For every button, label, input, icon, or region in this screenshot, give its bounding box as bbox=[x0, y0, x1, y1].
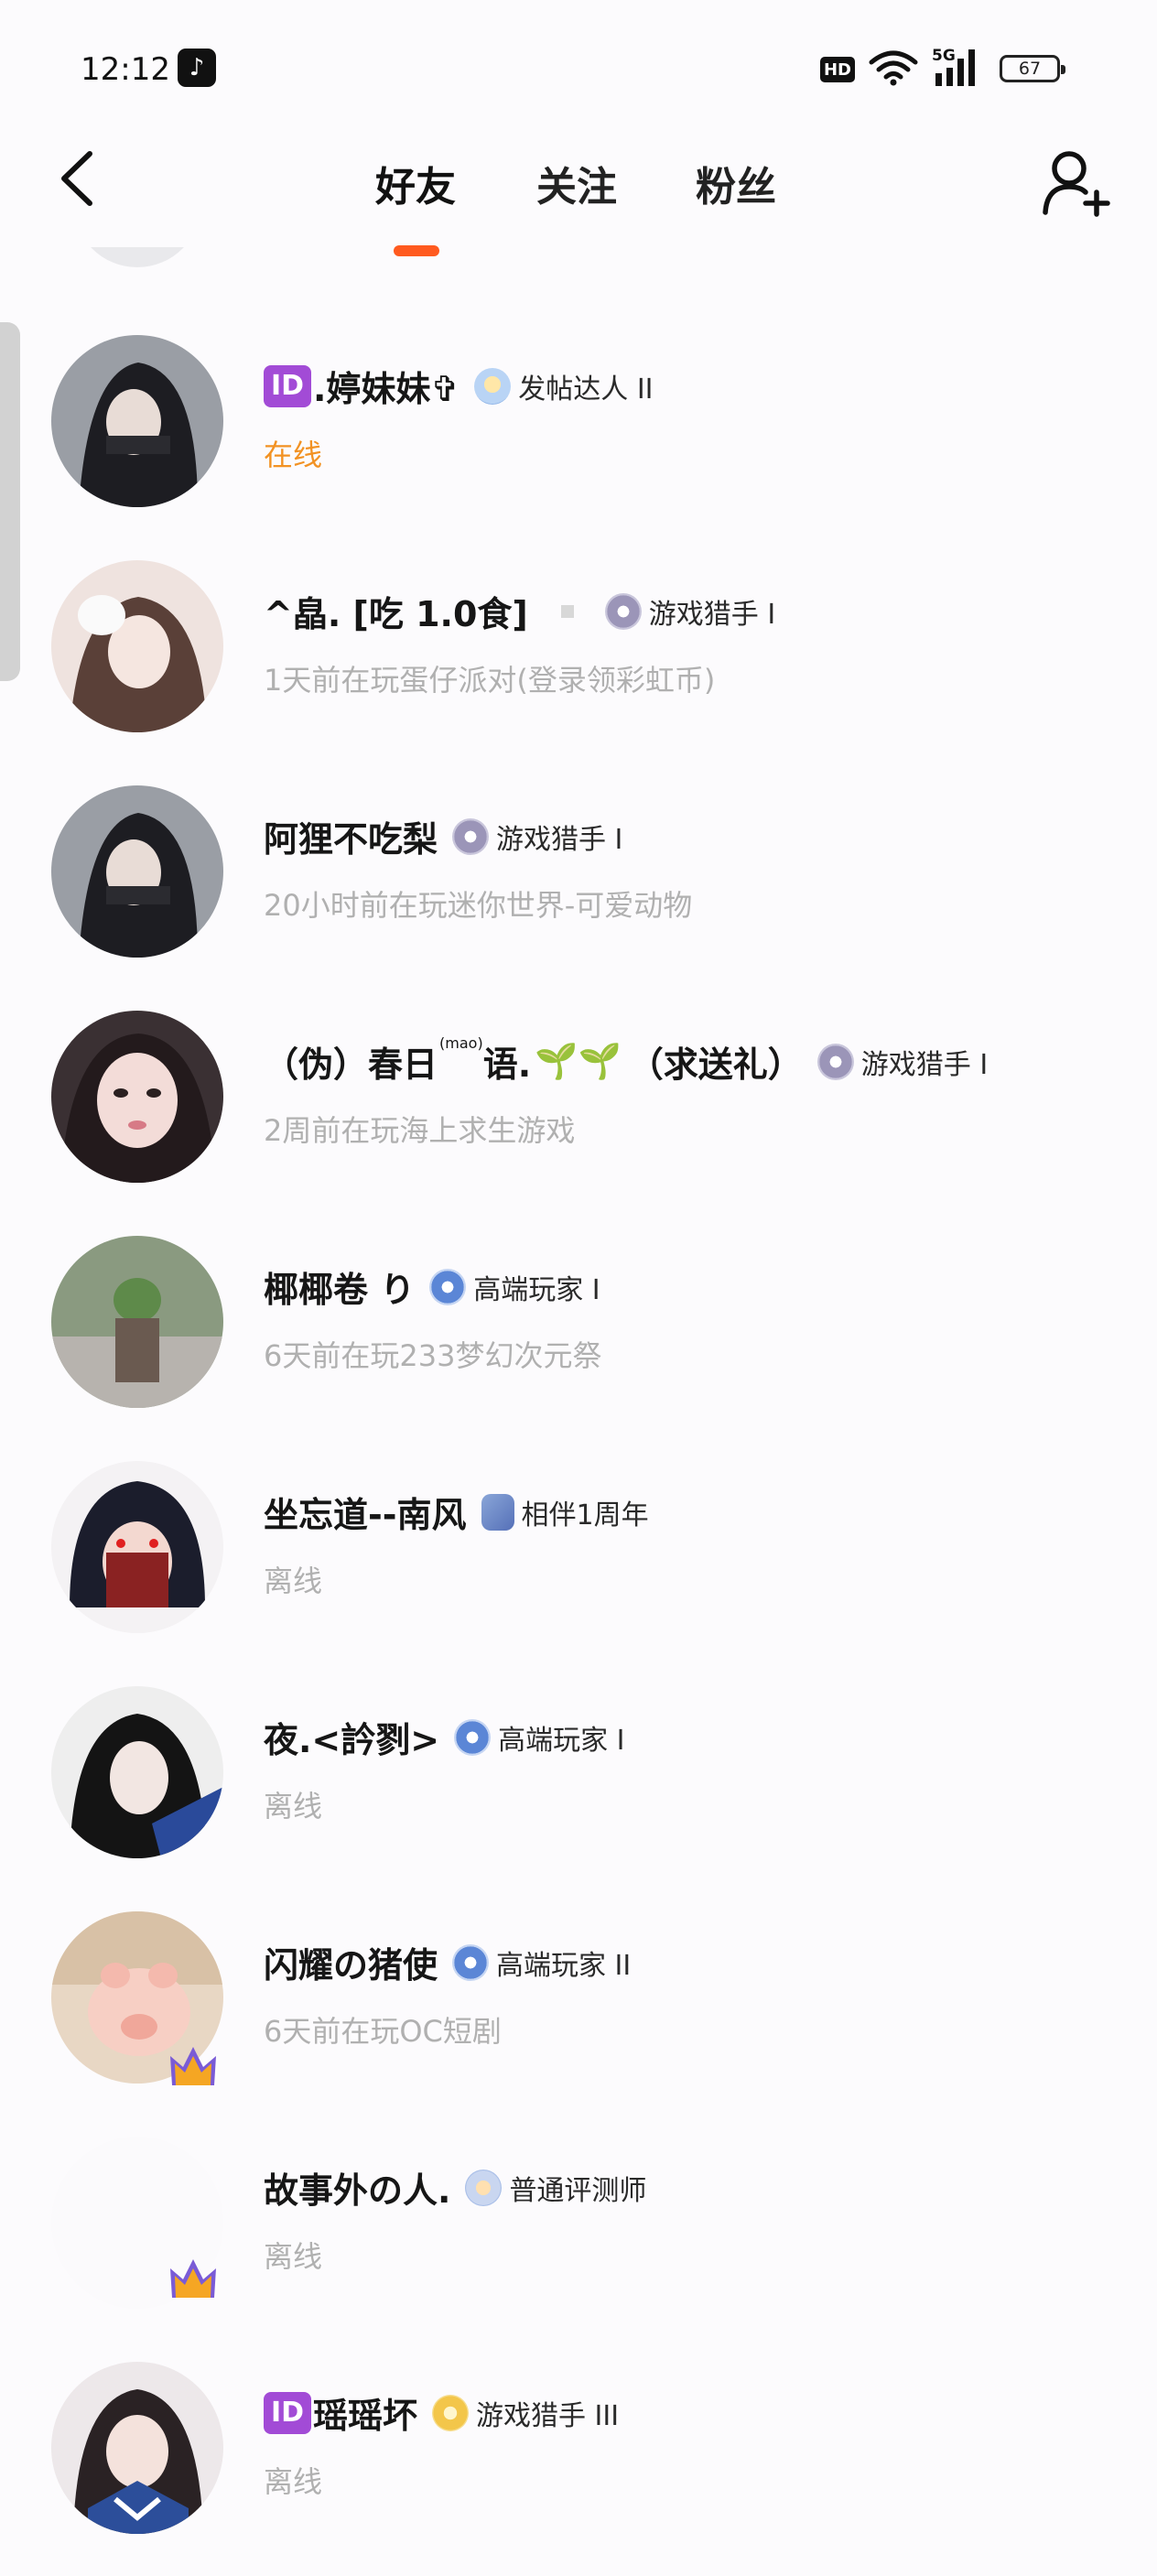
friend-name: 坐忘道--南风 bbox=[264, 1495, 467, 1535]
medal-title: 高端玩家 I bbox=[498, 1724, 625, 1757]
friend-name-line: ID 瑶瑶坏 游戏猎手 III bbox=[264, 2387, 619, 2438]
avatar bbox=[73, 247, 201, 267]
friend-name: .婷妹妹✞ bbox=[313, 369, 460, 409]
friend-list-item[interactable]: ^皛. [吃 1.0食] 游戏猎手 I 1天前在玩蛋仔派对(登录领彩虹币) bbox=[0, 549, 1157, 774]
friend-name-line: 闪耀の猪使 高端玩家 II bbox=[264, 1937, 631, 1987]
cellular-signal-icon: 5G bbox=[932, 47, 975, 86]
tab-following[interactable]: 关注 bbox=[536, 154, 617, 212]
medal-title: 游戏猎手 I bbox=[860, 1048, 989, 1081]
friend-name-line: 故事外の人. 普通评测师 bbox=[264, 2162, 646, 2213]
friend-name-line: ID .婷妹妹✞ 发帖达人 II bbox=[264, 361, 654, 411]
medal-title: 发帖达人 II bbox=[518, 373, 654, 406]
friend-name: （伪）春日 bbox=[264, 1044, 438, 1085]
friend-name-line: 椰椰卷 り 高端玩家 I bbox=[264, 1261, 600, 1312]
tab-fans[interactable]: 粉丝 bbox=[696, 154, 776, 212]
pro-medal-icon bbox=[429, 1268, 467, 1305]
medal-title: 游戏猎手 I bbox=[648, 598, 776, 631]
friend-list-item[interactable]: ID 瑶瑶坏 游戏猎手 III 离线 bbox=[0, 2351, 1157, 2576]
avatar[interactable] bbox=[51, 1236, 223, 1408]
friend-list-item[interactable]: 夜.<訡剹> 高端玩家 I 离线 bbox=[0, 1675, 1157, 1900]
friend-name: 故事外の人. bbox=[264, 2170, 451, 2211]
avatar[interactable] bbox=[51, 560, 223, 732]
friend-list-item[interactable]: 坐忘道--南风 相伴1周年 离线 bbox=[0, 1450, 1157, 1675]
active-tab-indicator bbox=[394, 245, 439, 256]
avatar[interactable] bbox=[51, 2362, 223, 2534]
year-medal-icon bbox=[481, 1493, 514, 1531]
friend-status: 20小时前在玩迷你世界-可爱动物 bbox=[264, 888, 693, 923]
friend-name: ^皛. [吃 1.0食] bbox=[264, 594, 528, 634]
friend-list-item[interactable]: 故事外の人. 普通评测师 离线 bbox=[0, 2126, 1157, 2351]
hunter-medal-icon bbox=[452, 817, 490, 855]
friend-name: 阿狸不吃梨 bbox=[264, 819, 438, 860]
crown-icon bbox=[170, 2259, 216, 2298]
friend-status: 离线 bbox=[264, 2464, 323, 2499]
review-medal-icon bbox=[465, 2169, 503, 2206]
battery-icon: 67 bbox=[1000, 55, 1065, 82]
friend-status: 离线 bbox=[264, 2239, 323, 2274]
friend-name-line: 坐忘道--南风 相伴1周年 bbox=[264, 1487, 649, 1537]
hd-icon: HD bbox=[820, 57, 855, 82]
hunter-medal-icon bbox=[816, 1043, 854, 1080]
friend-name-part: 语. bbox=[482, 1044, 532, 1085]
crown-icon bbox=[170, 2047, 216, 2085]
medal-title: 高端玩家 I bbox=[473, 1273, 600, 1306]
id-badge: ID bbox=[264, 364, 311, 407]
friend-status: 在线 bbox=[264, 438, 323, 472]
friend-status: 1天前在玩蛋仔派对(登录领彩虹币) bbox=[264, 663, 716, 698]
avatar[interactable] bbox=[51, 335, 223, 507]
medal-title: 游戏猎手 I bbox=[496, 823, 623, 856]
friend-name-line: 夜.<訡剹> 高端玩家 I bbox=[264, 1712, 625, 1762]
id-badge: ID bbox=[264, 2391, 311, 2434]
tab-friends[interactable]: 好友 bbox=[375, 154, 456, 212]
friend-name-line: （伪）春日 (mao) 语. 🌱🌱 （求送礼） 游戏猎手 I bbox=[264, 1034, 989, 1087]
hunter-medal-icon bbox=[604, 592, 642, 630]
friend-status: 6天前在玩233梦幻次元祭 bbox=[264, 1338, 602, 1373]
avatar[interactable] bbox=[51, 785, 223, 958]
friend-name: 夜.<訡剹> bbox=[264, 1720, 440, 1760]
hunter-gold-medal-icon bbox=[432, 2394, 470, 2431]
friend-list-item[interactable]: 阿狸不吃梨 游戏猎手 I 20小时前在玩迷你世界-可爱动物 bbox=[0, 774, 1157, 1000]
pro-medal-icon bbox=[452, 1943, 490, 1981]
emoji-placeholder-icon bbox=[560, 604, 574, 618]
medal-title: 高端玩家 II bbox=[496, 1949, 632, 1982]
avatar[interactable] bbox=[51, 1461, 223, 1633]
add-friend-button[interactable] bbox=[1040, 146, 1113, 220]
friend-status: 离线 bbox=[264, 1564, 323, 1598]
tab-bar: 好友 关注 粉丝 bbox=[0, 154, 1157, 245]
friend-name-suffix: （求送礼） bbox=[628, 1044, 803, 1085]
wifi-icon bbox=[869, 50, 918, 86]
post-medal-icon bbox=[474, 367, 512, 405]
friend-list-item[interactable]: （伪）春日 (mao) 语. 🌱🌱 （求送礼） 游戏猎手 I 2周前在玩海上求生… bbox=[0, 1000, 1157, 1225]
network-type-label: 5G bbox=[932, 47, 956, 65]
battery-level: 67 bbox=[1018, 59, 1042, 79]
friend-status: 2周前在玩海上求生游戏 bbox=[264, 1113, 576, 1148]
name-decoration: (mao) bbox=[439, 1034, 483, 1052]
medal-title: 普通评测师 bbox=[509, 2174, 647, 2207]
friend-list-item[interactable]: ID .婷妹妹✞ 发帖达人 II 在线 bbox=[0, 324, 1157, 549]
tiktok-notification-icon: ♪ bbox=[178, 49, 216, 87]
friend-name: 椰椰卷 り bbox=[264, 1270, 416, 1310]
friend-name-line: 阿狸不吃梨 游戏猎手 I bbox=[264, 811, 622, 861]
avatar[interactable] bbox=[51, 1686, 223, 1858]
avatar[interactable] bbox=[51, 1011, 223, 1183]
friend-name-line: ^皛. [吃 1.0食] 游戏猎手 I bbox=[264, 586, 775, 636]
medal-title: 游戏猎手 III bbox=[476, 2399, 620, 2432]
sprout-icon: 🌱🌱 bbox=[535, 1041, 622, 1081]
friend-status: 离线 bbox=[264, 1789, 323, 1824]
medal-title: 相伴1周年 bbox=[521, 1499, 649, 1532]
pro-medal-icon bbox=[454, 1718, 492, 1756]
friend-name: 闪耀の猪使 bbox=[264, 1945, 438, 1986]
friend-list-item[interactable]: 闪耀の猪使 高端玩家 II 6天前在玩OC短剧 bbox=[0, 1900, 1157, 2126]
friend-status: 6天前在玩OC短剧 bbox=[264, 2014, 502, 2049]
clock: 12:12 bbox=[81, 51, 170, 88]
friend-list-item[interactable]: 椰椰卷 り 高端玩家 I 6天前在玩233梦幻次元祭 bbox=[0, 1225, 1157, 1450]
friend-name: 瑶瑶坏 bbox=[313, 2396, 418, 2436]
status-bar: 12:12 ♪ HD 5G 67 bbox=[0, 0, 1157, 137]
